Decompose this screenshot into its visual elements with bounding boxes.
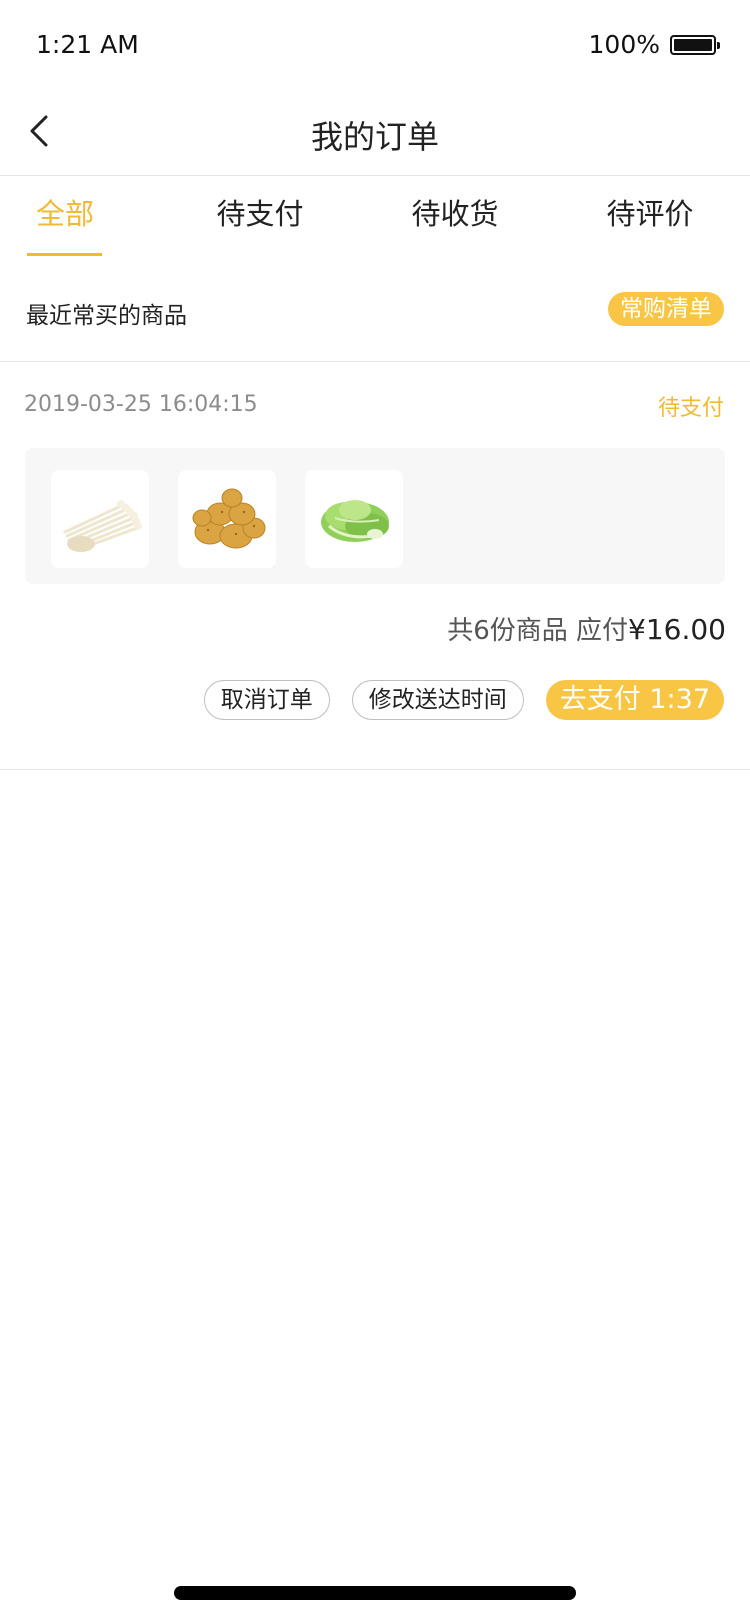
order-status: 待支付 — [657, 396, 724, 421]
lettuce-image — [305, 470, 403, 568]
status-time: 1:21 AM — [36, 30, 139, 59]
tab-pending-delivery[interactable]: 待收货 — [405, 191, 505, 255]
order-summary-text: 共6份商品 应付 — [447, 616, 629, 646]
frequent-list-button[interactable]: 常购清单 — [608, 292, 724, 326]
order-datetime: 2019-03-25 16:04:15 — [24, 392, 258, 417]
order-card[interactable]: 2019-03-25 16:04:15 待支付 共6份商品 应付¥16.00 取… — [0, 362, 750, 770]
frequent-purchases-label: 最近常买的商品 — [26, 303, 187, 329]
screen: 1:21 AM 100% 我的订单 全部 待支付 待收货 待评价 最近常买的商品… — [0, 0, 750, 1624]
order-amount: ¥16.00 — [628, 613, 726, 646]
tab-all[interactable]: 全部 — [24, 191, 106, 255]
cancel-order-button[interactable]: 取消订单 — [203, 680, 330, 720]
battery-icon — [670, 34, 720, 55]
pay-button[interactable]: 去支付 1:37 — [545, 680, 724, 720]
change-delivery-time-button[interactable]: 修改送达时间 — [351, 680, 524, 720]
enoki-mushroom-image — [51, 470, 149, 568]
order-summary: 共6份商品 应付¥16.00 — [447, 610, 726, 647]
order-actions: 取消订单 修改送达时间 去支付 1:37 — [203, 680, 724, 720]
frequent-purchases-row[interactable]: 最近常买的商品 常购清单 — [0, 256, 750, 362]
home-indicator[interactable] — [174, 1586, 576, 1600]
status-right: 100% — [588, 30, 720, 59]
status-bar: 1:21 AM 100% — [0, 0, 750, 88]
order-tabs: 全部 待支付 待收货 待评价 — [0, 177, 750, 256]
order-goods-list[interactable] — [25, 448, 725, 584]
tab-pending-payment[interactable]: 待支付 — [210, 191, 310, 255]
tab-pending-review[interactable]: 待评价 — [600, 191, 700, 255]
nav-bar: 我的订单 — [0, 88, 750, 176]
battery-percentage: 100% — [588, 30, 660, 59]
potato-image — [178, 470, 276, 568]
page-title: 我的订单 — [310, 118, 439, 156]
